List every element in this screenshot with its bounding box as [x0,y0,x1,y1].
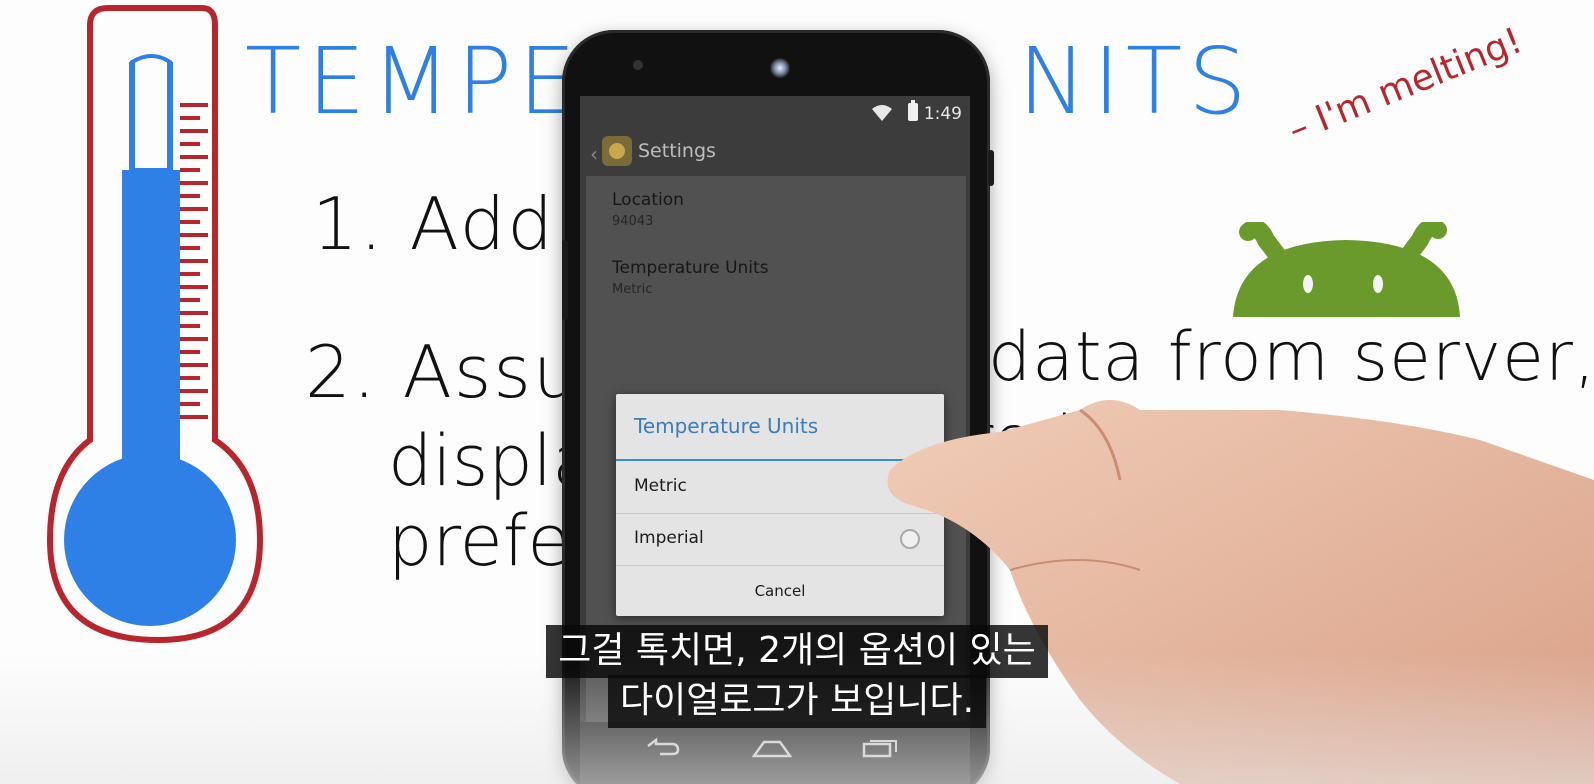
thermometer-illustration [46,5,264,644]
up-chevron-icon[interactable]: ‹ [590,142,598,166]
phone-side-button [988,150,994,186]
option-label: Metric [634,476,687,496]
status-bar: 1:49 [580,96,970,130]
phone-front-camera [770,58,790,78]
phone-volume-button [562,240,568,320]
video-frame: TEMPE NITS 1. Add s 2. Assum data from s… [0,0,1594,784]
action-bar: ‹ Settings [580,130,970,182]
wifi-icon [872,105,892,121]
subtitle-text: 그걸 톡치면, 2개의 옵션이 있는 [546,625,1048,679]
actionbar-title: Settings [638,140,716,162]
subtitle-text: 다이얼로그가 보입니다. [607,675,987,729]
android-head-illustration [1233,222,1460,317]
melting-annotation: – I'm melting! [1282,20,1528,151]
subtitle-line-2: 다이얼로그가 보입니다. [0,675,1594,729]
app-icon[interactable] [602,136,632,166]
whiteboard-title-tail: NITS [1018,28,1253,135]
whiteboard-title: TEMPE [245,28,583,135]
option-label: Imperial [634,528,704,548]
dialog-title: Temperature Units [634,414,819,438]
phone-sensor [633,60,643,70]
status-time: 1:49 [923,104,962,124]
subtitle-line-1: 그걸 톡치면, 2개의 옵션이 있는 [0,625,1594,679]
battery-icon [908,100,918,121]
